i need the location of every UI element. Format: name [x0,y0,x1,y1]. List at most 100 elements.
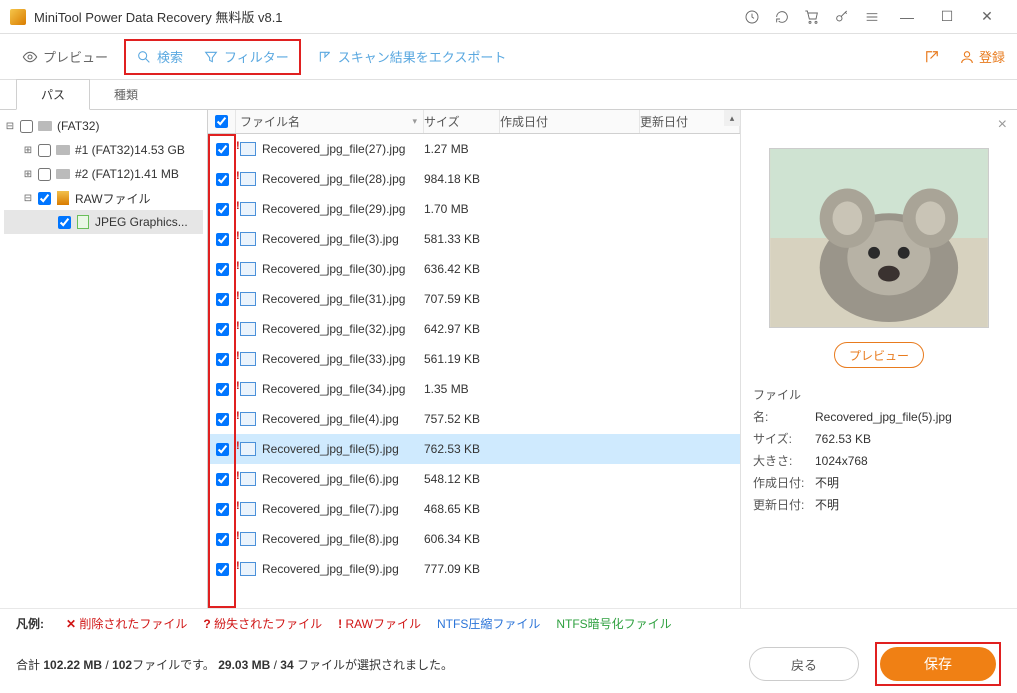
preview-button[interactable]: プレビュー [834,342,924,368]
header-size[interactable]: サイズ [424,110,500,133]
folder-tree: ⊟ (FAT32) ⊞ #1 (FAT32)14.53 GB ⊞ #2 (FAT… [0,110,208,608]
preview-close-button[interactable]: × [998,116,1007,134]
cart-icon[interactable] [797,2,827,32]
file-row[interactable]: Recovered_jpg_file(31).jpg707.59 KB [208,284,740,314]
file-name: Recovered_jpg_file(5).jpg [262,442,399,456]
file-row[interactable]: Recovered_jpg_file(7).jpg468.65 KB [208,494,740,524]
file-row[interactable]: Recovered_jpg_file(32).jpg642.97 KB [208,314,740,344]
file-row[interactable]: Recovered_jpg_file(33).jpg561.19 KB [208,344,740,374]
scroll-up-button[interactable]: ▴ [724,110,740,126]
minimize-button[interactable]: — [887,2,927,32]
header-checkbox-cell[interactable] [208,110,236,133]
tree-checkbox[interactable] [38,168,51,181]
file-icon [240,412,256,426]
meta-name-value: Recovered_jpg_file(5).jpg [815,410,952,424]
file-icon [240,262,256,276]
row-checkbox[interactable] [216,533,229,546]
history-icon[interactable] [737,2,767,32]
file-size: 757.52 KB [424,412,500,426]
file-name: Recovered_jpg_file(30).jpg [262,262,405,276]
tab-type[interactable]: 種類 [90,80,162,109]
row-checkbox[interactable] [216,263,229,276]
register-button[interactable]: 登録 [959,47,1005,66]
main-area: ⊟ (FAT32) ⊞ #1 (FAT32)14.53 GB ⊞ #2 (FAT… [0,110,1017,608]
header-created[interactable]: 作成日付 [500,110,640,133]
export-label: スキャン結果をエクスポート [338,47,507,66]
file-size: 636.42 KB [424,262,500,276]
tree-checkbox[interactable] [20,120,33,133]
close-button[interactable]: ✕ [967,2,1007,32]
row-checkbox[interactable] [216,473,229,486]
tree-jpeg-node[interactable]: JPEG Graphics... [4,210,203,234]
share-icon[interactable] [915,42,949,72]
file-row[interactable]: Recovered_jpg_file(30).jpg 636.42 KB [208,254,740,284]
tree-raw-files[interactable]: ⊟ RAWファイル [4,186,203,210]
app-title: MiniTool Power Data Recovery 無料版 v8.1 [34,7,737,26]
file-icon [240,322,256,336]
row-checkbox[interactable] [216,413,229,426]
file-row[interactable]: Recovered_jpg_file(27).jpg1.27 MB [208,134,740,164]
meta-created-value: 不明 [815,476,839,490]
legend-title: 凡例: [16,615,44,632]
collapse-icon[interactable]: ⊟ [22,193,34,204]
file-row[interactable]: Recovered_jpg_file(6).jpg548.12 KB [208,464,740,494]
file-row[interactable]: Recovered_jpg_file(8).jpg606.34 KB [208,524,740,554]
maximize-button[interactable]: ☐ [927,2,967,32]
save-button[interactable]: 保存 [880,647,996,681]
row-checkbox[interactable] [216,143,229,156]
file-row[interactable]: Recovered_jpg_file(4).jpg757.52 KB [208,404,740,434]
row-checkbox[interactable] [216,563,229,576]
row-checkbox[interactable] [216,443,229,456]
file-name: Recovered_jpg_file(3).jpg [262,232,399,246]
file-row[interactable]: Recovered_jpg_file(3).jpg581.33 KB [208,224,740,254]
raw-folder-icon [55,191,71,205]
meta-dim-value: 1024x768 [815,454,868,468]
filter-button[interactable]: フィルター [193,42,299,72]
tree-label: (FAT32) [57,119,99,133]
tree-checkbox[interactable] [58,216,71,229]
drive-icon [37,121,53,131]
row-checkbox[interactable] [216,233,229,246]
meta-name-label: ファイル名: [753,384,815,428]
legend-ntfs-encrypted: NTFS暗号化ファイル [556,615,671,632]
legend-raw: RAWファイル [338,615,421,632]
drive-icon [55,169,71,179]
row-checkbox[interactable] [216,353,229,366]
select-all-checkbox[interactable] [215,115,228,128]
tab-path[interactable]: パス [16,79,90,110]
file-size: 1.35 MB [424,382,500,396]
menu-icon[interactable] [857,2,887,32]
row-checkbox[interactable] [216,383,229,396]
row-checkbox[interactable] [216,203,229,216]
row-checkbox[interactable] [216,503,229,516]
file-row[interactable]: Recovered_jpg_file(5).jpg762.53 KB [208,434,740,464]
file-row[interactable]: Recovered_jpg_file(9).jpg777.09 KB [208,554,740,584]
tree-root[interactable]: ⊟ (FAT32) [4,114,203,138]
row-checkbox[interactable] [216,323,229,336]
header-name[interactable]: ファイル名▾ [236,110,424,133]
expand-icon[interactable]: ⊞ [22,169,34,180]
file-icon [240,172,256,186]
file-row[interactable]: Recovered_jpg_file(34).jpg1.35 MB [208,374,740,404]
export-results-button[interactable]: スキャン結果をエクスポート [307,42,517,72]
collapse-icon[interactable]: ⊟ [4,121,16,132]
back-button[interactable]: 戻る [749,647,859,681]
tree-checkbox[interactable] [38,144,51,157]
preview-toggle[interactable]: プレビュー [12,42,118,72]
file-icon [240,472,256,486]
file-name: Recovered_jpg_file(29).jpg [262,202,405,216]
tree-partition-1[interactable]: ⊞ #1 (FAT32)14.53 GB [4,138,203,162]
file-row[interactable]: Recovered_jpg_file(28).jpg984.18 KB [208,164,740,194]
expand-icon[interactable]: ⊞ [22,145,34,156]
tree-checkbox[interactable] [38,192,51,205]
legend-lost: 紛失されたファイル [203,615,322,632]
refresh-icon[interactable] [767,2,797,32]
file-row[interactable]: Recovered_jpg_file(29).jpg1.70 MB [208,194,740,224]
key-icon[interactable] [827,2,857,32]
file-size: 1.27 MB [424,142,500,156]
tree-partition-2[interactable]: ⊞ #2 (FAT12)1.41 MB [4,162,203,186]
row-checkbox[interactable] [216,293,229,306]
row-checkbox[interactable] [216,173,229,186]
file-size: 777.09 KB [424,562,500,576]
search-button[interactable]: 検索 [126,42,193,72]
